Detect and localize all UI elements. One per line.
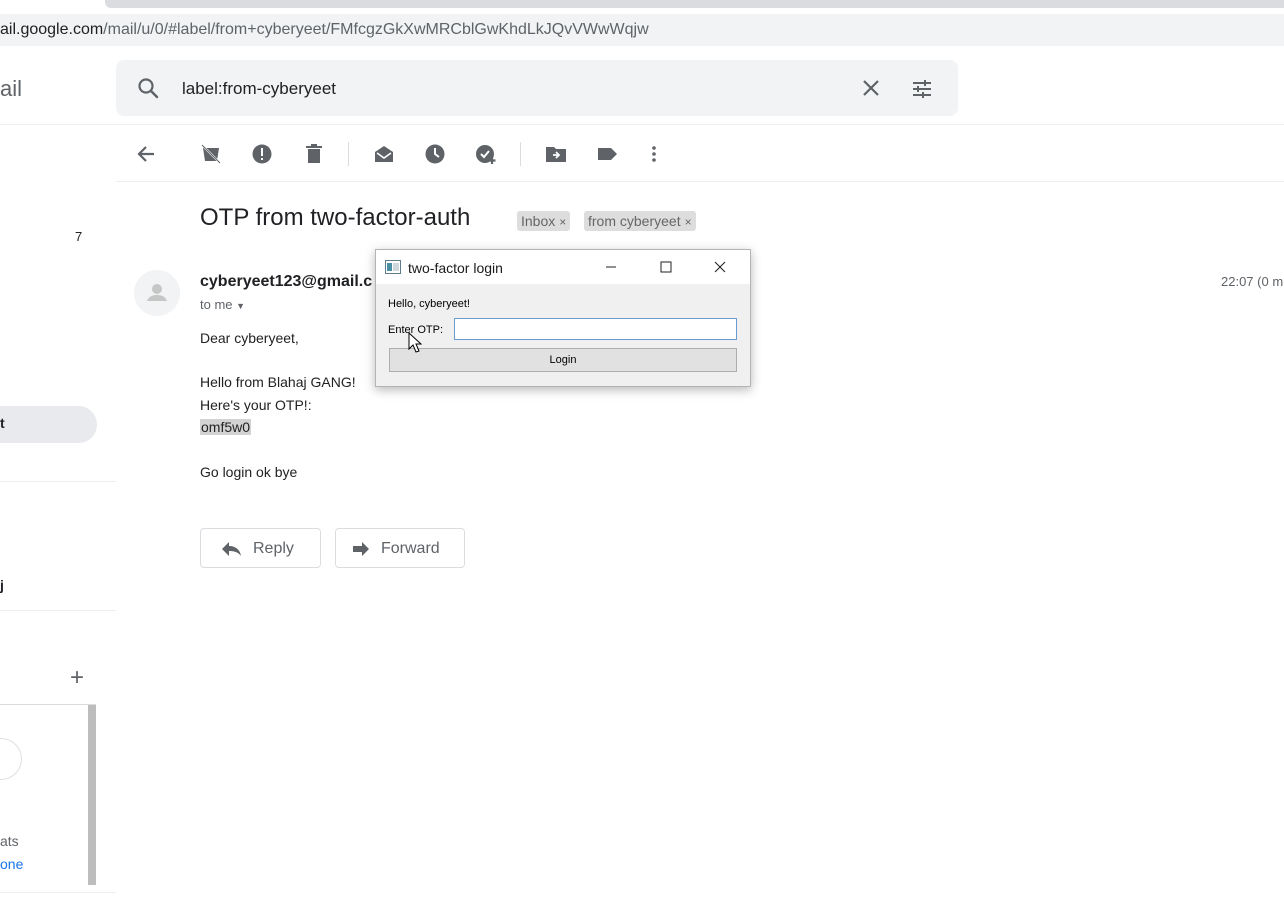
message-time: 22:07 (0 m [1221,274,1284,289]
reply-button[interactable]: Reply [200,528,321,568]
forward-button[interactable]: Forward [335,528,465,568]
chevron-down-icon[interactable]: ▼ [236,301,245,311]
remove-label-icon[interactable]: × [685,215,692,229]
forward-icon [353,542,369,556]
chat-start-link[interactable]: one [0,856,23,872]
back-arrow-icon[interactable] [134,142,158,166]
search-input[interactable]: label:from-cyberyeet [182,79,336,99]
body-greeting: Dear cyberyeet, [200,330,299,346]
clear-search-icon[interactable] [860,77,882,99]
reply-label: Reply [253,540,294,557]
forward-label: Forward [381,540,440,557]
chat-avatar [0,738,22,780]
browser-tab-strip [105,0,1284,8]
report-spam-icon[interactable] [250,142,274,166]
label-chip-inbox[interactable]: Inbox × [517,211,571,231]
gmail-logo[interactable]: ail [0,76,22,102]
chat-empty-text: ats [0,833,19,849]
dialog-title: two-factor login [408,260,503,276]
sidebar-item-active-label: t [0,415,5,431]
email-subject: OTP from two-factor-auth [200,204,471,231]
add-label-button[interactable]: + [70,664,84,692]
sidebar-divider [0,704,96,705]
maximize-icon[interactable] [653,255,679,279]
login-dialog: two-factor login Hello, cyberyeet! Enter… [375,249,751,387]
remove-label-icon[interactable]: × [559,215,566,229]
reply-icon [222,542,241,556]
sidebar-unread-count: 7 [75,229,83,244]
otp-code-text: omf5w0 [200,419,252,435]
app-window-icon [385,260,401,274]
recipient-details[interactable]: to me ▼ [200,297,245,312]
person-icon [147,284,167,301]
sidebar-scrollbar[interactable] [88,705,96,885]
label-chip-name: from cyberyeet [588,213,681,229]
label-chip-from-cyberyeet[interactable]: from cyberyeet × [584,211,696,231]
archive-icon[interactable] [199,142,223,166]
delete-icon[interactable] [302,142,326,166]
toolbar-divider [116,181,1284,182]
mouse-cursor-icon [408,332,422,353]
url-path: /mail/u/0/#label/from+cyberyeet/FMfcgzGk… [103,21,649,38]
url-host: ail.google.com [0,21,104,38]
sender-name: cyberyeet123@gmail.c [200,273,373,290]
body-line: Hello from Blahaj GANG! [200,374,356,390]
sidebar-divider [0,892,116,893]
sidebar-item-active[interactable] [0,406,97,443]
label-chip-name: Inbox [521,213,556,229]
sidebar-divider [0,610,116,611]
close-icon[interactable] [707,255,733,279]
sidebar-divider [0,481,116,482]
search-icon[interactable] [136,76,160,100]
toolbar-separator [348,142,349,166]
search-options-icon[interactable] [910,77,934,101]
toolbar-separator [520,142,521,166]
move-to-icon[interactable] [544,142,568,166]
otp-code: omf5w0 [200,419,252,435]
snooze-icon[interactable] [423,142,447,166]
body-line: Go login ok bye [200,464,298,480]
recipient-text: to me [200,297,233,312]
more-vert-icon[interactable] [642,142,666,166]
address-bar-url[interactable]: ail.google.com/mail/u/0/#label/from+cybe… [0,21,649,39]
minimize-icon[interactable] [598,255,624,279]
add-to-tasks-icon[interactable] [474,142,498,166]
dialog-greeting: Hello, cyberyeet! [388,298,470,310]
otp-input[interactable] [454,318,737,340]
header-divider [0,124,1284,125]
body-line: Here's your OTP!: [200,397,312,413]
sidebar-item-label[interactable]: j [0,577,4,593]
labels-icon[interactable] [595,142,619,166]
sender-avatar[interactable] [134,270,180,316]
login-button[interactable]: Login [389,348,737,372]
mark-unread-icon[interactable] [372,142,396,166]
